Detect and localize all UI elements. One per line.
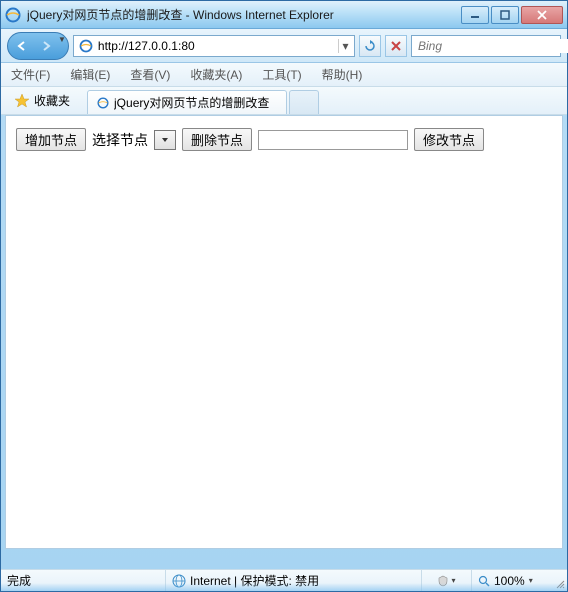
navigation-bar: ▼ ▾ b xyxy=(1,29,567,63)
zoom-icon xyxy=(478,575,490,587)
titlebar[interactable]: jQuery对网页节点的增删改查 - Windows Internet Expl… xyxy=(1,1,567,29)
zoom-value: 100% xyxy=(494,574,525,588)
window-title: jQuery对网页节点的增删改查 - Windows Internet Expl… xyxy=(27,6,461,23)
menu-bar: 文件(F) 编辑(E) 查看(V) 收藏夹(A) 工具(T) 帮助(H) xyxy=(1,63,567,87)
favorites-bar: 收藏夹 jQuery对网页节点的增删改查 xyxy=(1,87,567,115)
globe-icon xyxy=(172,574,186,588)
refresh-button[interactable] xyxy=(359,35,381,57)
page-content: 增加节点 选择节点 删除节点 修改节点 xyxy=(5,115,563,549)
menu-file[interactable]: 文件(F) xyxy=(7,64,54,85)
chevron-down-icon xyxy=(161,137,169,143)
chevron-down-icon: ▾ xyxy=(451,576,455,585)
chevron-down-icon: ▾ xyxy=(529,576,533,585)
window-controls xyxy=(461,6,563,24)
browser-window: jQuery对网页节点的增删改查 - Windows Internet Expl… xyxy=(0,0,568,592)
zone-text: Internet | 保护模式: 禁用 xyxy=(190,572,319,589)
menu-tools[interactable]: 工具(T) xyxy=(258,64,305,85)
page-body: 增加节点 选择节点 删除节点 修改节点 xyxy=(6,116,562,163)
back-button[interactable] xyxy=(10,35,34,57)
favorites-button[interactable]: 收藏夹 xyxy=(7,89,77,112)
status-bar: 完成 Internet | 保护模式: 禁用 ▾ 100% ▾ xyxy=(1,569,567,591)
resize-grip[interactable] xyxy=(553,577,565,589)
search-box[interactable]: b xyxy=(411,35,561,57)
forward-button[interactable] xyxy=(34,35,58,57)
ie-page-icon xyxy=(78,38,94,54)
tab-bar: jQuery对网页节点的增删改查 xyxy=(87,87,561,114)
minimize-button[interactable] xyxy=(461,6,489,24)
star-icon xyxy=(14,93,30,109)
node-input[interactable] xyxy=(258,130,408,150)
close-button[interactable] xyxy=(521,6,563,24)
node-select-dropdown[interactable] xyxy=(154,130,176,150)
active-tab[interactable]: jQuery对网页节点的增删改查 xyxy=(87,90,287,114)
tab-title: jQuery对网页节点的增删改查 xyxy=(114,94,269,111)
shield-icon xyxy=(437,575,449,587)
status-text: 完成 xyxy=(1,570,166,591)
menu-edit[interactable]: 编辑(E) xyxy=(66,64,114,85)
new-tab-button[interactable] xyxy=(289,90,319,114)
select-node-label: 选择节点 xyxy=(92,130,148,150)
security-indicators[interactable]: ▾ xyxy=(422,570,472,591)
add-node-button[interactable]: 增加节点 xyxy=(16,128,86,151)
nav-history-dropdown[interactable]: ▼ xyxy=(58,35,66,57)
address-bar[interactable]: ▾ xyxy=(73,35,355,57)
delete-node-button[interactable]: 删除节点 xyxy=(182,128,252,151)
ie-icon xyxy=(5,7,21,23)
menu-favorites[interactable]: 收藏夹(A) xyxy=(186,64,246,85)
menu-help[interactable]: 帮助(H) xyxy=(318,64,367,85)
ie-page-icon xyxy=(96,96,110,110)
stop-button[interactable] xyxy=(385,35,407,57)
url-input[interactable] xyxy=(96,39,338,53)
nav-arrow-group: ▼ xyxy=(7,32,69,60)
menu-view[interactable]: 查看(V) xyxy=(126,64,174,85)
security-zone[interactable]: Internet | 保护模式: 禁用 xyxy=(166,570,422,591)
favorites-label: 收藏夹 xyxy=(34,92,70,109)
maximize-button[interactable] xyxy=(491,6,519,24)
modify-node-button[interactable]: 修改节点 xyxy=(414,128,484,151)
search-input[interactable] xyxy=(418,39,568,53)
address-dropdown[interactable]: ▾ xyxy=(338,39,352,53)
